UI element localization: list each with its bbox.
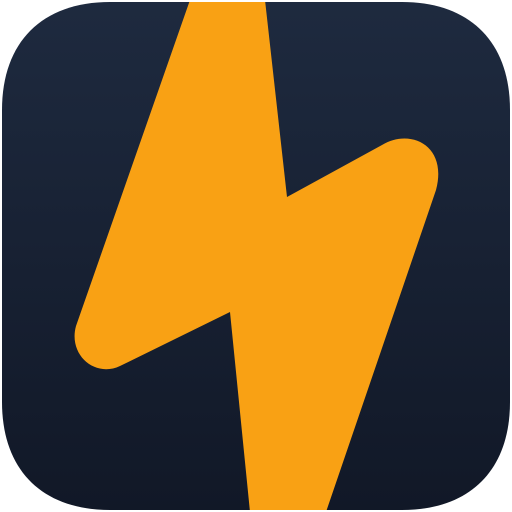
app-icon[interactable] — [0, 0, 512, 512]
app-icon-graphic — [2, 2, 510, 510]
